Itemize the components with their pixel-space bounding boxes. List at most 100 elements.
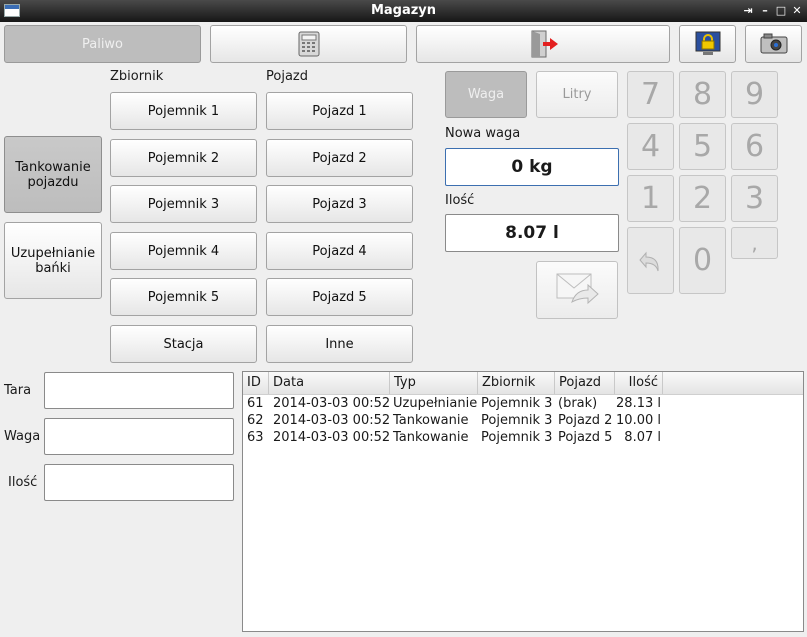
keypad-8[interactable]: 8 <box>679 71 726 118</box>
new-weight-label: Nowa waga <box>445 126 521 141</box>
cell-vehicle: (brak) <box>558 396 598 411</box>
key-label: 3 <box>744 181 765 216</box>
column-header-amount[interactable]: Ilość <box>615 372 663 394</box>
waga-label: Waga <box>4 429 41 444</box>
table-header: ID Data Typ Zbiornik Pojazd Ilość <box>243 372 803 395</box>
keypad-9[interactable]: 9 <box>731 71 778 118</box>
vehicle-label: Pojazd 1 <box>312 103 367 119</box>
cell-date: 2014-03-03 00:52 <box>273 430 391 445</box>
refuel-vehicle-label: Tankowanie pojazdu <box>15 159 91 190</box>
amount-display[interactable]: 8.07 l <box>445 214 619 252</box>
tank-label: Pojemnik 5 <box>147 289 220 305</box>
tank-button-3[interactable]: Pojemnik 3 <box>110 185 257 223</box>
cell-type: Tankowanie <box>393 430 469 445</box>
lock-screen-icon <box>695 31 720 55</box>
refill-can-label: Uzupełnianie bańki <box>10 245 96 276</box>
exit-button[interactable] <box>416 25 670 63</box>
key-label: 5 <box>692 129 713 164</box>
key-label: 2 <box>692 181 713 216</box>
keypad-1[interactable]: 1 <box>627 175 674 222</box>
cell-amount: 10.00 l <box>616 413 661 428</box>
keypad-4[interactable]: 4 <box>627 123 674 170</box>
vehicle-button-3[interactable]: Pojazd 3 <box>266 185 413 223</box>
liters-mode-button[interactable]: Litry <box>536 71 618 118</box>
tank-button-4[interactable]: Pojemnik 4 <box>110 232 257 270</box>
cell-id: 63 <box>247 430 264 445</box>
vehicle-label: Pojazd 3 <box>312 196 367 212</box>
table-row[interactable]: 63 2014-03-03 00:52 Tankowanie Pojemnik … <box>243 429 803 446</box>
transactions-table[interactable]: ID Data Typ Zbiornik Pojazd Ilość 61 201… <box>242 371 804 632</box>
maximize-icon[interactable]: □ <box>774 3 788 19</box>
column-header-id[interactable]: ID <box>243 372 269 394</box>
tank-label: Stacja <box>163 336 204 352</box>
pin-icon[interactable]: ⇥ <box>741 3 755 19</box>
column-header-date[interactable]: Data <box>269 372 390 394</box>
new-weight-display[interactable]: 0 kg <box>445 148 619 186</box>
calculator-button[interactable] <box>210 25 407 63</box>
tank-button-5[interactable]: Pojemnik 5 <box>110 278 257 316</box>
tara-label: Tara <box>4 383 32 398</box>
key-label: 9 <box>744 77 765 112</box>
refuel-vehicle-button[interactable]: Tankowanie pojazdu <box>4 136 102 213</box>
keypad-2[interactable]: 2 <box>679 175 726 222</box>
vehicle-button-5[interactable]: Pojazd 5 <box>266 278 413 316</box>
amount-value: 8.07 l <box>505 223 559 243</box>
ilosc-label: Ilość <box>8 475 38 490</box>
keypad-3[interactable]: 3 <box>731 175 778 222</box>
column-header-type[interactable]: Typ <box>390 372 478 394</box>
vehicle-button-4[interactable]: Pojazd 4 <box>266 232 413 270</box>
key-label: 1 <box>640 181 661 216</box>
camera-button[interactable] <box>745 25 802 63</box>
column-header-tank[interactable]: Zbiornik <box>478 372 555 394</box>
weight-mode-label: Waga <box>467 87 505 102</box>
close-icon[interactable]: ✕ <box>790 3 804 19</box>
tank-button-2[interactable]: Pojemnik 2 <box>110 139 257 177</box>
keypad-7[interactable]: 7 <box>627 71 674 118</box>
tank-column-header: Zbiornik <box>110 69 164 84</box>
amount-label: Ilość <box>445 193 475 208</box>
vehicle-column-header: Pojazd <box>266 69 308 84</box>
window-title: Magazyn <box>370 3 437 18</box>
cell-amount: 28.13 l <box>616 396 661 411</box>
tank-label: Pojemnik 4 <box>147 243 220 259</box>
vehicle-button-other[interactable]: Inne <box>266 325 413 363</box>
fuel-label: Paliwo <box>81 36 124 52</box>
waga-input[interactable] <box>44 418 234 455</box>
ilosc-input[interactable] <box>44 464 234 501</box>
key-label: 0 <box>692 243 713 278</box>
keypad-backspace[interactable] <box>627 227 674 294</box>
tank-button-1[interactable]: Pojemnik 1 <box>110 92 257 130</box>
refill-can-button[interactable]: Uzupełnianie bańki <box>4 222 102 299</box>
tank-button-station[interactable]: Stacja <box>110 325 257 363</box>
tank-label: Pojemnik 2 <box>147 150 220 166</box>
calculator-icon <box>298 31 319 57</box>
cell-amount: 8.07 l <box>624 430 661 445</box>
lock-screen-button[interactable] <box>679 25 736 63</box>
undo-arrow-icon <box>638 251 659 271</box>
vehicle-button-1[interactable]: Pojazd 1 <box>266 92 413 130</box>
keypad-5[interactable]: 5 <box>679 123 726 170</box>
cell-tank: Pojemnik 3 <box>481 413 553 428</box>
cell-tank: Pojemnik 3 <box>481 396 553 411</box>
table-row[interactable]: 61 2014-03-03 00:52 Uzupełnianie Pojemni… <box>243 395 803 412</box>
keypad-6[interactable]: 6 <box>731 123 778 170</box>
cell-id: 62 <box>247 413 264 428</box>
send-button[interactable] <box>536 261 618 319</box>
cell-type: Uzupełnianie <box>393 396 478 411</box>
key-label: 4 <box>640 129 661 164</box>
minimize-icon[interactable]: – <box>758 3 772 19</box>
title-bar: Magazyn ⇥ – □ ✕ <box>0 0 807 22</box>
vehicle-button-2[interactable]: Pojazd 2 <box>266 139 413 177</box>
cell-date: 2014-03-03 00:52 <box>273 413 391 428</box>
weight-mode-button[interactable]: Waga <box>445 71 527 118</box>
cell-vehicle: Pojazd 2 <box>558 413 613 428</box>
column-header-vehicle[interactable]: Pojazd <box>555 372 615 394</box>
new-weight-value: 0 kg <box>511 157 553 177</box>
tara-input[interactable] <box>44 372 234 409</box>
table-row[interactable]: 62 2014-03-03 00:52 Tankowanie Pojemnik … <box>243 412 803 429</box>
cell-id: 61 <box>247 396 264 411</box>
keypad-0[interactable]: 0 <box>679 227 726 294</box>
cell-date: 2014-03-03 00:52 <box>273 396 391 411</box>
keypad-comma[interactable]: , <box>731 227 778 259</box>
fuel-button[interactable]: Paliwo <box>4 25 201 63</box>
